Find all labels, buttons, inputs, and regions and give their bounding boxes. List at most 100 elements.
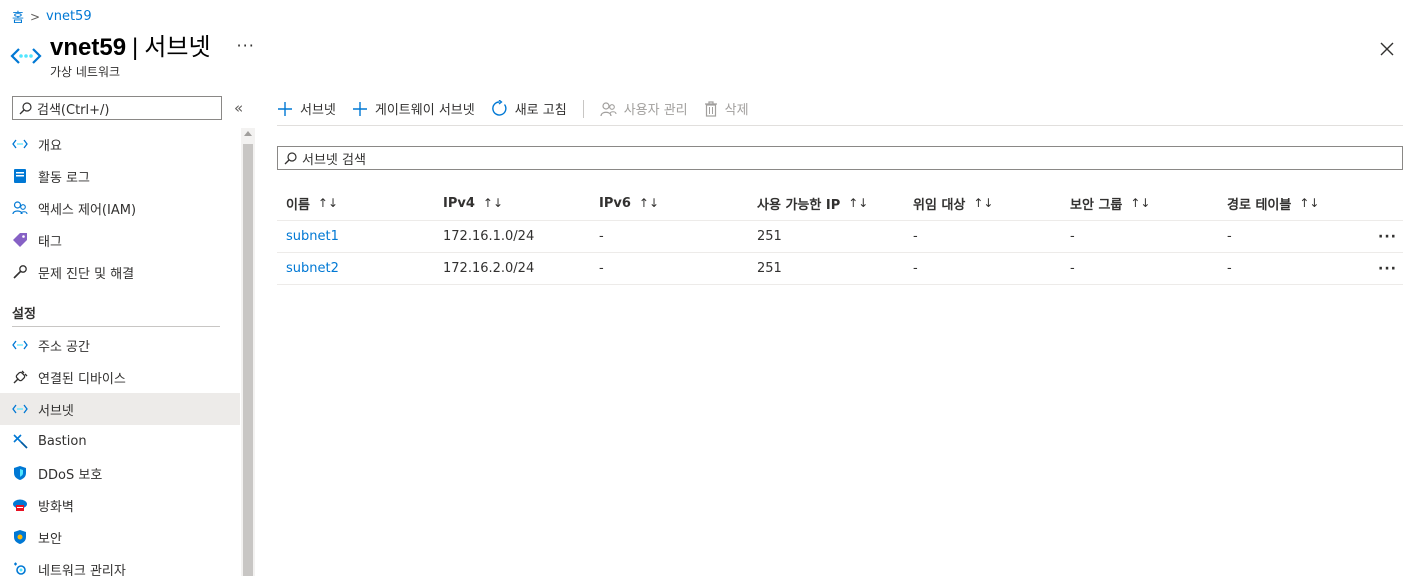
subnet-search-placeholder: 서브넷 검색 bbox=[302, 152, 366, 168]
sidebar-item-label: 서브넷 bbox=[38, 403, 74, 419]
row-more-button[interactable]: ··· bbox=[1378, 221, 1397, 252]
sidebar-item-overview[interactable]: 개요 bbox=[0, 128, 240, 160]
row-more-button[interactable]: ··· bbox=[1378, 253, 1397, 284]
subnet-name-link[interactable]: subnet2 bbox=[286, 253, 339, 284]
command-bar: 서브넷 게이트웨이 서브넷 새로 고침 사용자 관리 삭제 bbox=[277, 92, 1403, 126]
sidebar-search-input[interactable]: 검색(Ctrl+/) bbox=[12, 96, 222, 120]
subnet-table: 이름 ↑↓ IPv4 ↑↓ IPv6 ↑↓ 사용 가능한 IP ↑↓ 위임 대상 ↑↓ 보… bbox=[277, 186, 1403, 285]
column-header-label: 경로 테이블 bbox=[1227, 197, 1292, 213]
column-header-name[interactable]: 이름 ↑↓ bbox=[286, 186, 338, 220]
column-header-security-group[interactable]: 보안 그룹 ↑↓ bbox=[1070, 186, 1150, 220]
page-title: vnet59 | 서브넷 bbox=[50, 34, 211, 62]
sidebar-item-tags[interactable]: 태그 bbox=[0, 224, 240, 256]
delete-button[interactable]: 삭제 bbox=[704, 94, 749, 124]
trash-icon bbox=[704, 100, 717, 117]
add-gateway-subnet-label: 게이트웨이 서브넷 bbox=[374, 103, 475, 118]
subnet-name-link[interactable]: subnet1 bbox=[286, 221, 339, 252]
resource-name: vnet59 bbox=[50, 34, 127, 61]
vnet-icon bbox=[12, 337, 28, 353]
column-header-ipv6[interactable]: IPv6 ↑↓ bbox=[599, 186, 659, 220]
shield-icon bbox=[12, 465, 28, 481]
tag-icon bbox=[12, 232, 28, 248]
sidebar-item-label: 액세스 제어(IAM) bbox=[38, 202, 137, 218]
collapse-sidebar-button[interactable]: « bbox=[234, 99, 243, 117]
security-icon bbox=[12, 529, 28, 545]
table-row[interactable]: subnet1 172.16.1.0/24 - 251 - - - ··· bbox=[277, 221, 1403, 253]
add-gateway-subnet-button[interactable]: 게이트웨이 서브넷 bbox=[352, 94, 475, 124]
cell-security-group: - bbox=[1070, 229, 1075, 244]
sort-icon: ↑↓ bbox=[638, 196, 659, 210]
cell-route-table: - bbox=[1227, 261, 1232, 276]
plus-icon bbox=[278, 101, 292, 116]
breadcrumb: 홈 > vnet59 bbox=[12, 7, 92, 26]
sidebar-item-label: 보안 bbox=[38, 531, 62, 547]
plug-icon bbox=[12, 369, 28, 385]
column-header-available-ips[interactable]: 사용 가능한 IP ↑↓ bbox=[757, 186, 868, 220]
table-row[interactable]: subnet2 172.16.2.0/24 - 251 - - - ··· bbox=[277, 253, 1403, 285]
vnet-icon bbox=[12, 136, 28, 152]
cell-available-ips: 251 bbox=[757, 229, 782, 244]
table-header-row: 이름 ↑↓ IPv4 ↑↓ IPv6 ↑↓ 사용 가능한 IP ↑↓ 위임 대상 ↑↓ 보… bbox=[277, 186, 1403, 221]
column-header-label: IPv6 bbox=[599, 195, 631, 211]
column-header-label: 사용 가능한 IP bbox=[757, 197, 841, 213]
sidebar-item-label: 개요 bbox=[38, 138, 62, 154]
wrench-icon bbox=[12, 264, 28, 280]
search-icon bbox=[284, 151, 297, 164]
refresh-label: 새로 고침 bbox=[514, 103, 567, 118]
sidebar-scrollbar[interactable] bbox=[241, 128, 255, 576]
sort-icon: ↑↓ bbox=[973, 196, 994, 210]
sidebar-item-iam[interactable]: 액세스 제어(IAM) bbox=[0, 192, 240, 224]
column-header-label: 위임 대상 bbox=[913, 197, 966, 213]
firewall-icon bbox=[12, 497, 28, 513]
people-icon bbox=[12, 200, 28, 216]
scroll-up-arrow-icon[interactable] bbox=[244, 131, 252, 136]
breadcrumb-vnet-link[interactable]: vnet59 bbox=[46, 9, 92, 24]
sidebar-item-firewall[interactable]: 방화벽 bbox=[0, 489, 240, 521]
sort-icon: ↑↓ bbox=[1299, 196, 1320, 210]
subnet-search-input[interactable]: 서브넷 검색 bbox=[277, 146, 1403, 170]
title-separator: | bbox=[132, 34, 139, 61]
close-icon[interactable] bbox=[1378, 40, 1396, 58]
activity-log-icon bbox=[12, 168, 28, 184]
cell-route-table: - bbox=[1227, 229, 1232, 244]
sidebar-item-address-space[interactable]: 주소 공간 bbox=[0, 329, 240, 361]
sidebar-item-ddos[interactable]: DDoS 보호 bbox=[0, 457, 240, 489]
sidebar-item-security[interactable]: 보안 bbox=[0, 521, 240, 553]
column-header-label: IPv4 bbox=[443, 195, 475, 211]
column-header-label: 보안 그룹 bbox=[1070, 197, 1123, 213]
add-subnet-button[interactable]: 서브넷 bbox=[277, 94, 336, 124]
sidebar-item-label: 문제 진단 및 해결 bbox=[38, 266, 135, 282]
column-header-delegated-to[interactable]: 위임 대상 ↑↓ bbox=[913, 186, 993, 220]
scrollbar-thumb[interactable] bbox=[243, 144, 253, 576]
sidebar-item-activity-log[interactable]: 활동 로그 bbox=[0, 160, 240, 192]
cell-security-group: - bbox=[1070, 261, 1075, 276]
sidebar-item-connected-devices[interactable]: 연결된 디바이스 bbox=[0, 361, 240, 393]
resource-type-subtitle: 가상 네트워크 bbox=[50, 65, 121, 79]
sidebar-item-label: Bastion bbox=[38, 433, 87, 449]
sort-icon: ↑↓ bbox=[1130, 196, 1151, 210]
blade-header: vnet59 | 서브넷 가상 네트워크 ··· bbox=[10, 34, 255, 80]
manage-users-button[interactable]: 사용자 관리 bbox=[600, 94, 688, 124]
refresh-button[interactable]: 새로 고침 bbox=[491, 94, 567, 124]
sidebar-item-bastion[interactable]: Bastion bbox=[0, 425, 240, 457]
column-header-label: 이름 bbox=[286, 197, 310, 213]
sidebar-search-placeholder: 검색(Ctrl+/) bbox=[37, 102, 110, 118]
plus-icon bbox=[352, 101, 367, 116]
sidebar-item-subnets[interactable]: 서브넷 bbox=[0, 393, 240, 425]
sidebar-item-network-manager[interactable]: 네트워크 관리자 bbox=[0, 553, 240, 576]
sidebar-item-label: 주소 공간 bbox=[38, 339, 90, 355]
cell-ipv4: 172.16.2.0/24 bbox=[443, 261, 535, 276]
breadcrumb-home-link[interactable]: 홈 bbox=[12, 7, 24, 26]
sidebar: 검색(Ctrl+/) « 개요 활동 로그 액세스 제어(IAM) 태그 문제 … bbox=[0, 92, 256, 576]
bastion-icon bbox=[12, 433, 28, 449]
cell-delegated-to: - bbox=[913, 261, 918, 276]
column-header-route-table[interactable]: 경로 테이블 ↑↓ bbox=[1227, 186, 1319, 220]
more-options-button[interactable]: ··· bbox=[237, 36, 255, 55]
toolbar-divider bbox=[582, 99, 584, 118]
sidebar-item-label: 태그 bbox=[38, 234, 62, 250]
cell-ipv6: - bbox=[599, 261, 604, 276]
column-header-ipv4[interactable]: IPv4 ↑↓ bbox=[443, 186, 503, 220]
network-manager-icon bbox=[12, 561, 28, 576]
sidebar-item-label: 네트워크 관리자 bbox=[38, 563, 126, 576]
sidebar-item-diagnose[interactable]: 문제 진단 및 해결 bbox=[0, 256, 240, 288]
